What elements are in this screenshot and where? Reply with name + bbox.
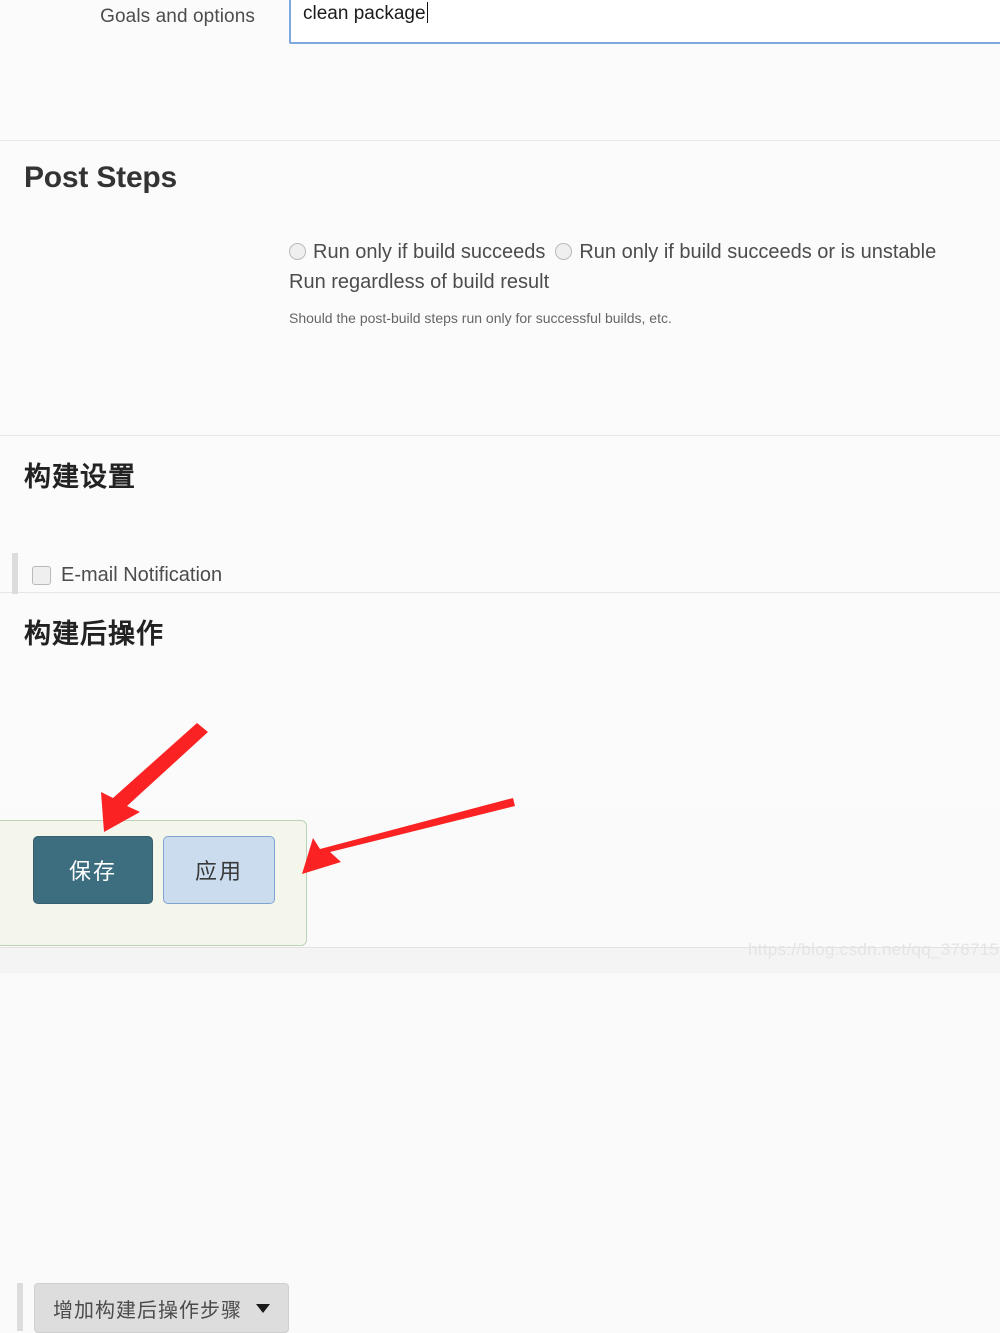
chevron-down-icon xyxy=(256,1303,270,1313)
checkbox-unchecked-icon[interactable] xyxy=(32,565,51,585)
apply-button[interactable]: 应用 xyxy=(163,836,275,904)
email-notification-label: E-mail Notification xyxy=(61,563,223,586)
radio-label-3: Run regardless of build result xyxy=(289,271,550,293)
goals-and-options-label: Goals and options xyxy=(100,6,255,27)
radio-button-icon xyxy=(555,243,573,260)
watermark-text: https://blog.csdn.net/qq_37671523 xyxy=(748,940,1000,959)
radio-button-icon xyxy=(289,243,306,260)
post-steps-radio-line-1: Run only if build succeeds Run only if bu… xyxy=(289,237,1000,267)
build-settings-section: 构建设置 E-mail Notification xyxy=(0,437,1000,597)
post-steps-section: Post Steps Run only if build succeeds Run… xyxy=(0,141,1000,549)
radio-run-only-if-build-succeeds[interactable]: Run only if build succeeds xyxy=(289,241,545,263)
text-caret xyxy=(426,2,428,23)
arrow-pointing-to-save-panel xyxy=(302,798,515,874)
post-steps-radio-line-2: Run regardless of build result xyxy=(289,267,1000,297)
goals-and-options-row: Goals and options clean package xyxy=(0,0,1000,141)
section-accent-bar xyxy=(17,1283,23,1331)
save-button[interactable]: 保存 xyxy=(33,836,153,904)
post-steps-heading: Post Steps xyxy=(24,161,178,194)
add-post-build-action-holder: 增加构建后操作步骤 xyxy=(17,1283,289,1333)
add-post-build-action-label: 增加构建后操作步骤 xyxy=(53,1297,242,1322)
goals-and-options-input[interactable]: clean package xyxy=(289,0,1000,44)
post-steps-help-text: Should the post-build steps run only for… xyxy=(289,310,672,326)
post-steps-radio-group: Run only if build succeeds Run only if bu… xyxy=(289,237,1000,297)
radio-run-only-if-build-succeeds-or-unstable[interactable]: Run only if build succeeds or is unstabl… xyxy=(555,241,936,263)
radio-label-2: Run only if build succeeds or is unstabl… xyxy=(579,241,937,263)
post-build-actions-heading: 构建后操作 xyxy=(24,619,164,650)
add-post-build-action-button[interactable]: 增加构建后操作步骤 xyxy=(34,1283,289,1333)
email-notification-row[interactable]: E-mail Notification xyxy=(12,553,222,597)
radio-label-1: Run only if build succeeds xyxy=(313,241,546,263)
build-settings-heading: 构建设置 xyxy=(24,462,136,493)
goals-input-text-wrapper: clean package xyxy=(303,2,428,25)
save-apply-panel: 保存 应用 xyxy=(0,820,307,946)
goals-input-value: clean package xyxy=(303,3,426,24)
section-accent-bar xyxy=(12,553,18,597)
post-build-actions-section: 构建后操作 增加构建后操作步骤 xyxy=(0,594,1000,1333)
